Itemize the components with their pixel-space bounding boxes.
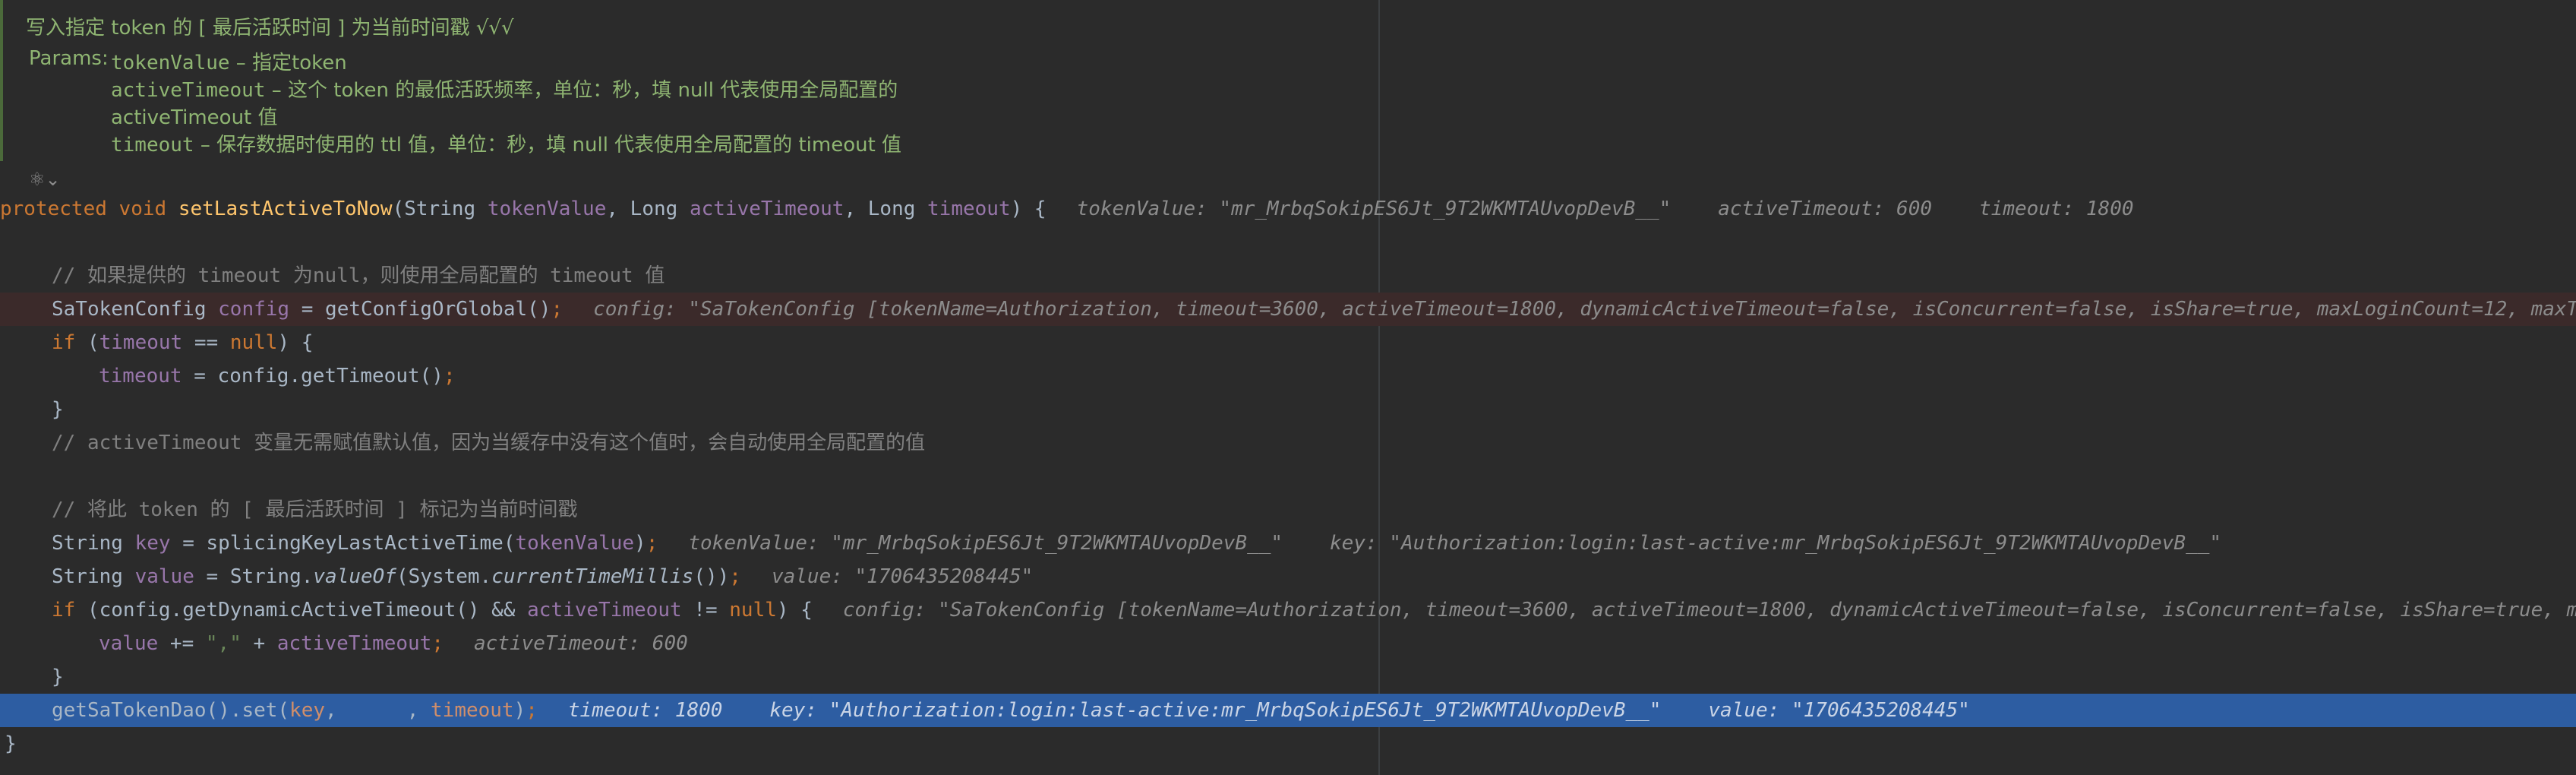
parameter: activeTimeout xyxy=(527,599,682,622)
code-text: (String xyxy=(392,198,488,220)
inline-debug-value: value: "1706435208445" xyxy=(771,565,1034,588)
code-text: getSaTokenDao().set( xyxy=(52,699,290,722)
keyword: null xyxy=(229,331,278,354)
code-line-close-brace[interactable]: } xyxy=(52,393,2576,426)
inline-debug-value: key: "Authorization:login:last-active:mr… xyxy=(769,699,1662,722)
inline-debug-value: timeout: 1800 xyxy=(1979,198,2134,220)
code-line-close-brace[interactable]: } xyxy=(52,660,2576,694)
variable: value xyxy=(134,565,194,588)
inline-debug-value: timeout: 1800 xyxy=(567,699,723,722)
code-text: ) { xyxy=(776,599,813,622)
code-line-assign-timeout[interactable]: timeout = config.getTimeout(); xyxy=(99,359,2576,393)
code-text: ) { xyxy=(1010,198,1046,220)
code-text: = String. xyxy=(194,565,314,588)
keyword: if xyxy=(52,599,76,622)
code-text: , xyxy=(406,699,431,722)
code-text: ) { xyxy=(277,331,314,354)
code-text: ; xyxy=(431,632,444,655)
code-line-comment[interactable]: // activeTimeout 变量无需赋值默认值，因为当缓存中没有这个值时，… xyxy=(52,426,2576,460)
doc-comment-bar xyxy=(0,0,3,161)
code-text: = config.getTimeout() xyxy=(182,365,444,388)
static-method: currentTimeMillis xyxy=(491,565,694,588)
variable: key xyxy=(289,699,326,722)
parameter: activeTimeout xyxy=(276,632,432,655)
variable: value xyxy=(99,632,159,655)
code-line-comment[interactable]: // 如果提供的 timeout 为null，则使用全局配置的 timeout … xyxy=(52,259,2576,293)
code-text: (System. xyxy=(396,565,492,588)
parameter: tokenValue xyxy=(487,198,607,220)
code-text: , xyxy=(325,699,337,722)
code-text: + xyxy=(241,632,277,655)
parameter: tokenValue xyxy=(515,532,635,555)
inline-debug-value: tokenValue: "mr_MrbqSokipES6Jt_9T2WKMTAU… xyxy=(688,532,1283,555)
code-text: == xyxy=(182,331,230,354)
method-name: setLastActiveToNow xyxy=(178,198,393,220)
code-line-current-execution[interactable]: getSaTokenDao().set(key,, timeout); timeo… xyxy=(0,694,2576,727)
variable: key xyxy=(134,532,171,555)
code-text: ; xyxy=(526,699,538,722)
code-text: , Long xyxy=(844,198,928,220)
inline-debug-value: value: "1706435208445" xyxy=(1708,699,1970,722)
code-text: ()) xyxy=(693,565,730,588)
code-line-breakpoint[interactable]: SaTokenConfig config = getConfigOrGlobal… xyxy=(0,293,2576,326)
static-method: valueOf xyxy=(313,565,396,588)
inline-debug-value: config: "SaTokenConfig [tokenName=Author… xyxy=(593,298,2576,321)
code-text: != xyxy=(681,599,730,622)
inline-debug-value: activeTimeout: 600 xyxy=(1718,198,1933,220)
doc-param-activetimeout: activeTimeout – 这个 token 的最低活跃频率，单位：秒，填 … xyxy=(111,79,898,102)
code-text: ( xyxy=(75,331,99,354)
code-line-comment[interactable]: // 将此 token 的 [ 最后活跃时间 ] 标记为当前时间戳 xyxy=(52,493,2576,527)
code-text: ; xyxy=(443,365,456,388)
code-text: ; xyxy=(646,532,658,555)
doc-param-tokenvalue: tokenValue – 指定token xyxy=(111,52,347,74)
doc-summary: 写入指定 token 的 [ 最后活跃时间 ] 为当前时间戳 √√√ xyxy=(26,17,514,40)
code-text: SaTokenConfig xyxy=(52,298,219,321)
code-text: += xyxy=(158,632,206,655)
code-text: ; xyxy=(729,565,741,588)
doc-param-timeout: timeout – 保存数据时使用的 ttl 值，单位：秒，填 null 代表使… xyxy=(111,134,902,157)
parameter: timeout xyxy=(431,699,514,722)
keyword: null xyxy=(729,599,777,622)
code-line-value[interactable]: String value = String.valueOf(System.cur… xyxy=(52,560,2576,593)
doc-param-activetimeout-cont: activeTimeout 值 xyxy=(111,106,278,129)
code-line-method-signature[interactable]: protected void setLastActiveToNow(String… xyxy=(0,192,2576,226)
code-text: (config.getDynamicActiveTimeout() && xyxy=(75,599,528,622)
keyword: void xyxy=(118,198,167,220)
inline-debug-value: key: "Authorization:login:last-active:mr… xyxy=(1330,532,2222,555)
parameter: activeTimeout xyxy=(689,198,844,220)
parameter: timeout xyxy=(99,365,182,388)
string-literal: "," xyxy=(205,632,242,655)
code-text: , Long xyxy=(606,198,690,220)
code-line-if-dynamic[interactable]: if (config.getDynamicActiveTimeout() && … xyxy=(52,593,2576,627)
keyword: if xyxy=(52,331,76,354)
code-text: ; xyxy=(551,298,564,321)
inline-debug-value: tokenValue: "mr_MrbqSokipES6Jt_9T2WKMTAU… xyxy=(1076,198,1672,220)
inline-debug-value: config: "SaTokenConfig [tokenName=Author… xyxy=(842,599,2576,622)
parameter: timeout xyxy=(99,331,183,354)
code-line-close-brace[interactable]: } xyxy=(5,727,2576,761)
code-text: ) xyxy=(634,532,646,555)
keyword: protected xyxy=(0,198,107,220)
inline-debug-value: activeTimeout: 600 xyxy=(474,632,688,655)
code-text: ) xyxy=(513,699,526,722)
code-text: String xyxy=(52,532,135,555)
code-line-key[interactable]: String key = splicingKeyLastActiveTime(t… xyxy=(52,527,2576,560)
code-editor[interactable]: 写入指定 token 的 [ 最后活跃时间 ] 为当前时间戳 √√√ Param… xyxy=(0,0,2576,775)
code-text: = getConfigOrGlobal() xyxy=(289,298,551,321)
code-text: = splicingKeyLastActiveTime( xyxy=(170,532,516,555)
parameter: timeout xyxy=(927,198,1011,220)
code-line-append[interactable]: value += "," + activeTimeout; activeTimeo… xyxy=(99,627,2576,660)
variable: config xyxy=(218,298,290,321)
doc-params-label: Params: xyxy=(29,47,109,70)
code-line-if[interactable]: if (timeout == null) { xyxy=(52,326,2576,359)
reader-mode-icon[interactable]: ⚛⌄ xyxy=(29,169,61,190)
code-text: String xyxy=(52,565,135,588)
